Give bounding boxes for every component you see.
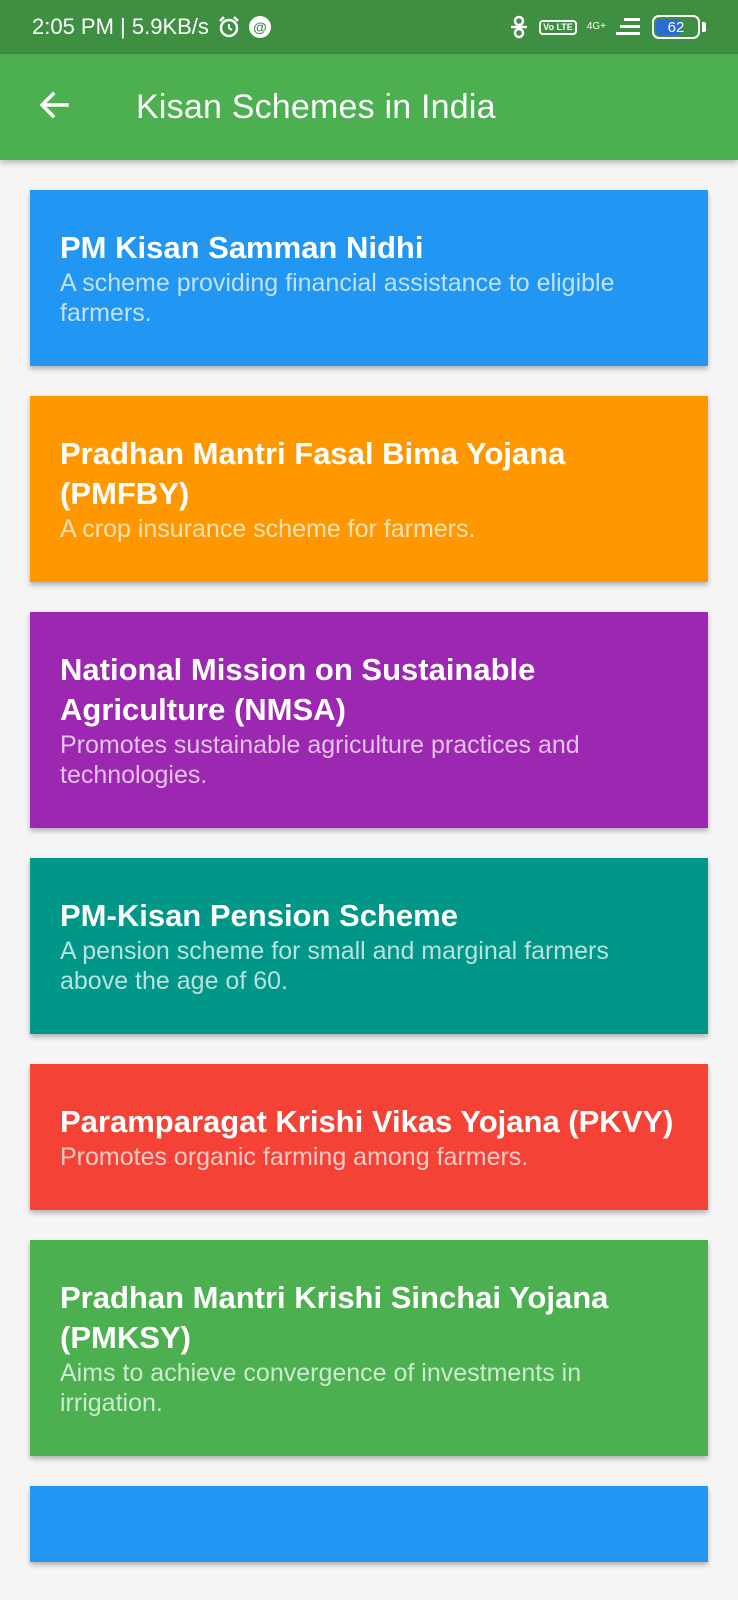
scheme-card[interactable]: PM-Kisan Pension Scheme A pension scheme … (30, 858, 708, 1034)
scheme-title: Pradhan Mantri Krishi Sinchai Yojana (PM… (60, 1280, 609, 1355)
status-right: Vo LTE 4G+ 62 (509, 15, 706, 39)
scheme-description: A crop insurance scheme for farmers. (60, 515, 476, 543)
page-title: Kisan Schemes in India (136, 87, 496, 126)
scheme-card[interactable]: PM Kisan Samman Nidhi A scheme providing … (30, 190, 708, 366)
scheme-title: National Mission on Sustainable Agricult… (60, 652, 536, 727)
scheme-description: Promotes organic farming among farmers. (60, 1143, 529, 1171)
network-type-label: 4G+ (586, 21, 606, 32)
scheme-description: Aims to achieve convergence of investmen… (60, 1359, 582, 1417)
scheme-card[interactable]: Pradhan Mantri Fasal Bima Yojana (PMFBY)… (30, 396, 708, 582)
scheme-card[interactable]: Paramparagat Krishi Vikas Yojana (PKVY) P… (30, 1064, 708, 1210)
back-button[interactable] (24, 77, 84, 137)
scheme-description: A pension scheme for small and marginal … (60, 937, 609, 995)
volte-icon: Vo LTE (539, 19, 577, 35)
status-left: 2:05 PM | 5.9KB/s @ (32, 14, 271, 40)
signal-icon (616, 16, 642, 38)
scheme-title: PM Kisan Samman Nidhi (60, 230, 424, 265)
scheme-card[interactable]: National Mission on Sustainable Agricult… (30, 612, 708, 828)
alarm-icon (217, 15, 241, 39)
scheme-list: PM Kisan Samman Nidhi A scheme providing … (30, 190, 708, 1592)
scheme-title: PM-Kisan Pension Scheme (60, 898, 458, 933)
scheme-card[interactable]: Pradhan Mantri Krishi Sinchai Yojana (PM… (30, 1240, 708, 1456)
scheme-card[interactable] (30, 1486, 708, 1562)
battery-level-text: 62 (667, 18, 685, 36)
scheme-title: Pradhan Mantri Fasal Bima Yojana (PMFBY) (60, 436, 566, 511)
status-bar: 2:05 PM | 5.9KB/s @ Vo LTE 4G+ 62 (0, 0, 738, 54)
scheme-description: Promotes sustainable agriculture practic… (60, 731, 580, 789)
scheme-title: Paramparagat Krishi Vikas Yojana (PKVY) (60, 1104, 674, 1139)
data-saver-icon (509, 15, 529, 39)
app-notification-icon: @ (248, 16, 271, 38)
battery-icon: 62 (652, 15, 700, 39)
battery-tip (702, 22, 706, 32)
arrow-back-icon (37, 88, 71, 127)
status-time-speed: 2:05 PM | 5.9KB/s (32, 14, 209, 39)
app-bar: Kisan Schemes in India (0, 54, 738, 160)
scheme-description: A scheme providing financial assistance … (60, 269, 615, 327)
